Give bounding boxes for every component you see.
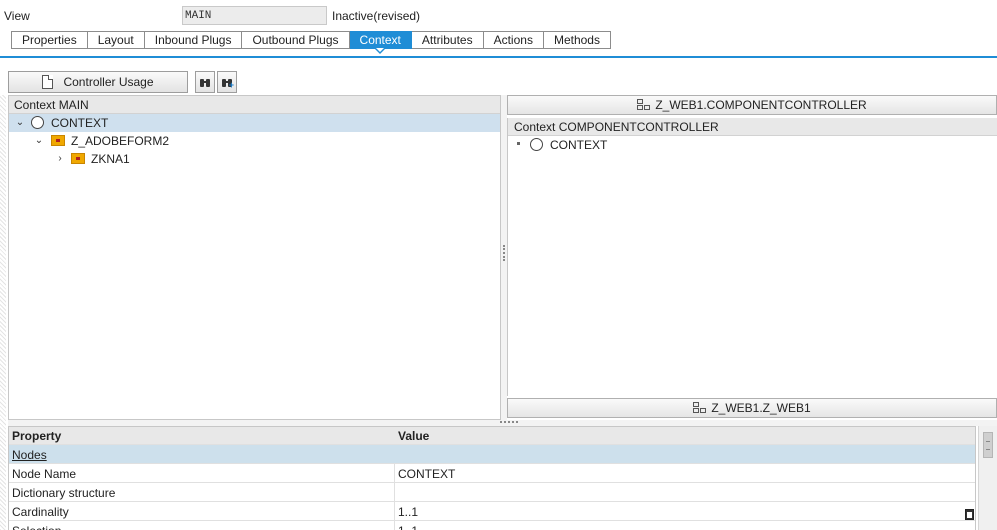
left-gutter (0, 95, 6, 530)
tree-node-context[interactable]: CONTEXT (508, 136, 997, 154)
controller-usage-label: Controller Usage (63, 75, 154, 89)
clipboard-icon[interactable] (965, 509, 974, 520)
column-header-property[interactable]: Property (9, 427, 395, 444)
plus-icon: + (228, 80, 234, 90)
chevron-right-icon[interactable]: › (55, 153, 65, 164)
context-node-icon (31, 116, 44, 129)
tab-strip: Properties Layout Inbound Plugs Outbound… (11, 31, 611, 54)
property-value[interactable]: 1..1 (395, 521, 975, 530)
tree-node-zkna1[interactable]: › ZKNA1 (9, 150, 500, 168)
context-main-panel: Context MAIN ⌄ CONTEXT ⌄ Z_ADOBEFORM2 › … (8, 95, 501, 420)
tree-node-label: CONTEXT (51, 116, 109, 130)
properties-table: Property Value Nodes Node Name CONTEXT D… (8, 426, 976, 530)
context-node-icon (530, 138, 543, 151)
table-row[interactable]: Dictionary structure (9, 483, 975, 502)
property-value[interactable]: 1..1 (395, 502, 975, 520)
tree-node-label: Z_ADOBEFORM2 (71, 134, 170, 148)
table-row[interactable]: Node Name CONTEXT (9, 464, 975, 483)
table-header-row: Property Value (9, 427, 975, 445)
z-web1-controller-label: Z_WEB1.Z_WEB1 (711, 401, 811, 415)
tree-node-z-adobeform2[interactable]: ⌄ Z_ADOBEFORM2 (9, 132, 500, 150)
tab-inbound-plugs[interactable]: Inbound Plugs (144, 31, 243, 49)
tab-properties[interactable]: Properties (11, 31, 88, 49)
view-row: View MAIN Inactive(revised) (0, 6, 997, 26)
scrollbar-thumb[interactable] (983, 432, 993, 458)
tab-outbound-plugs[interactable]: Outbound Plugs (242, 31, 350, 49)
context-componentcontroller-header: Context COMPONENTCONTROLLER (508, 118, 997, 136)
folder-icon (51, 135, 65, 146)
group-link-nodes[interactable]: Nodes (9, 445, 395, 463)
property-value[interactable] (395, 483, 975, 501)
table-row[interactable]: Selection 1..1 (9, 521, 975, 530)
tab-methods[interactable]: Methods (543, 31, 611, 49)
tree-node-context[interactable]: ⌄ CONTEXT (9, 114, 500, 132)
find-next-button[interactable]: + (217, 71, 237, 93)
table-row[interactable]: Cardinality 1..1 (9, 502, 975, 521)
context-componentcontroller-panel: Context COMPONENTCONTROLLER CONTEXT (507, 118, 997, 396)
property-name: Cardinality (9, 502, 395, 520)
controller-usage-button[interactable]: Controller Usage (8, 71, 188, 93)
chevron-down-icon[interactable]: ⌄ (34, 135, 44, 146)
splitter-grip-icon (500, 421, 518, 423)
binoculars-icon (200, 77, 211, 88)
tab-layout[interactable]: Layout (87, 31, 145, 49)
column-header-value[interactable]: Value (395, 427, 975, 444)
component-icon (693, 402, 707, 414)
table-group-row: Nodes (9, 445, 975, 464)
document-icon (42, 75, 54, 89)
tab-underline (0, 56, 997, 58)
property-name: Selection (9, 521, 395, 530)
tab-attributes[interactable]: Attributes (411, 31, 484, 49)
view-status: Inactive(revised) (332, 9, 421, 23)
property-name: Dictionary structure (9, 483, 395, 501)
context-main-header: Context MAIN (9, 96, 500, 114)
leaf-bullet-icon (517, 142, 520, 145)
component-controller-label: Z_WEB1.COMPONENTCONTROLLER (655, 98, 867, 112)
property-name: Node Name (9, 464, 395, 482)
tree-node-label: ZKNA1 (91, 152, 130, 166)
view-name-field[interactable]: MAIN (182, 6, 327, 25)
view-label: View (4, 9, 30, 23)
tab-actions[interactable]: Actions (483, 31, 544, 49)
tree-node-label: CONTEXT (550, 138, 608, 152)
vertical-scrollbar[interactable] (978, 426, 997, 530)
component-controller-button[interactable]: Z_WEB1.COMPONENTCONTROLLER (507, 95, 997, 115)
splitter-grip-icon (503, 245, 505, 261)
folder-icon (71, 153, 85, 164)
tab-context[interactable]: Context (349, 31, 412, 54)
property-value[interactable]: CONTEXT (395, 464, 975, 482)
chevron-down-icon[interactable]: ⌄ (15, 117, 25, 128)
component-icon (637, 99, 651, 111)
find-button[interactable] (195, 71, 215, 93)
z-web1-controller-button[interactable]: Z_WEB1.Z_WEB1 (507, 398, 997, 418)
